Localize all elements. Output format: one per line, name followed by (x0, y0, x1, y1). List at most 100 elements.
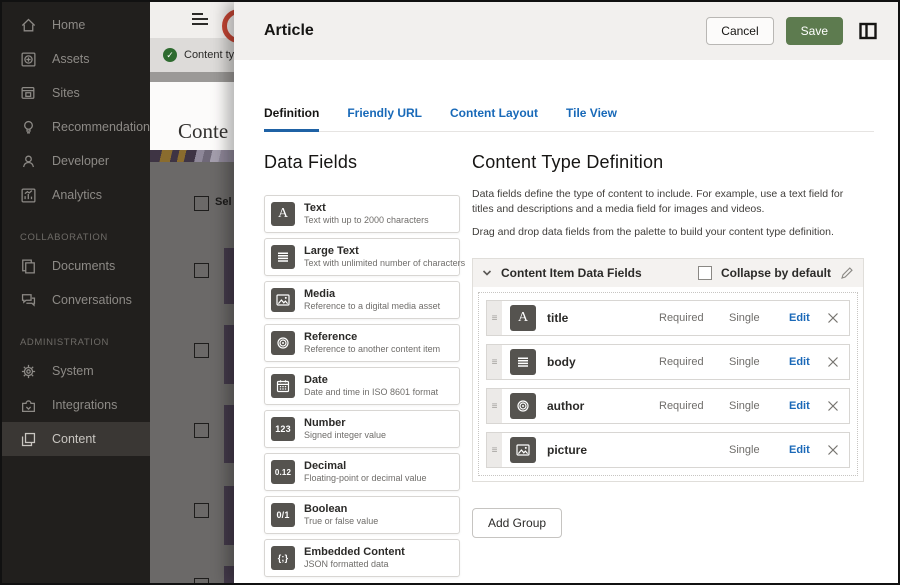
palette-item-text[interactable]: A TextText with up to 2000 characters (264, 195, 460, 233)
sidebar-item-documents[interactable]: Documents (2, 249, 150, 283)
row-checkbox[interactable] (194, 503, 209, 518)
media-field-icon (271, 288, 295, 312)
sidebar-item-integrations[interactable]: Integrations (2, 388, 150, 422)
toast-shadow-band (150, 72, 234, 82)
palette-item-decimal[interactable]: 0.12 DecimalFloating-point or decimal va… (264, 453, 460, 491)
sidebar-item-label: Home (52, 18, 85, 32)
select-all-checkbox[interactable] (194, 196, 209, 211)
background-page-header: Conte (150, 82, 234, 150)
palette-item-embedded-content[interactable]: {;} Embedded ContentJSON formatted data (264, 539, 460, 577)
sidebar-item-label: Documents (52, 259, 115, 273)
side-panel-toggle-icon[interactable] (858, 21, 878, 41)
definition-description-2: Drag and drop data fields from the palet… (472, 225, 864, 240)
edit-field-link[interactable]: Edit (789, 444, 821, 456)
edit-field-link[interactable]: Edit (789, 356, 821, 368)
data-fields-palette: Data Fields A TextText with up to 2000 c… (264, 152, 460, 582)
field-row-body: ≡ body Required Single Edit (486, 344, 850, 380)
palette-item-desc: Reference to another content item (304, 344, 440, 355)
content-type-tile-edge (224, 325, 234, 384)
home-icon (20, 17, 37, 34)
assets-icon (20, 51, 37, 68)
drag-handle-icon[interactable]: ≡ (487, 389, 502, 423)
tab-definition[interactable]: Definition (264, 106, 319, 132)
content-item-data-fields-group: Content Item Data Fields Collapse by def… (472, 258, 864, 482)
palette-item-date[interactable]: DateDate and time in ISO 8601 format (264, 367, 460, 405)
edit-group-pencil-icon[interactable] (840, 266, 854, 280)
content-type-tile-edge (224, 566, 234, 583)
hamburger-menu-icon[interactable] (192, 13, 208, 28)
number-field-icon: 123 (271, 417, 295, 441)
tab-content-layout[interactable]: Content Layout (450, 106, 538, 131)
collapse-by-default-checkbox[interactable] (698, 266, 712, 280)
palette-item-name: Text (304, 202, 429, 215)
dim-scrim: Sel (150, 162, 234, 583)
sidebar-item-label: Conversations (52, 293, 132, 307)
sidebar-item-content[interactable]: Content (2, 422, 150, 456)
sidebar-item-analytics[interactable]: Analytics (2, 178, 150, 212)
dimmed-background-page: ✓ Content typ Conte Sel (150, 2, 234, 583)
analytics-icon (20, 187, 37, 204)
palette-item-name: Date (304, 374, 438, 387)
content-icon (20, 431, 37, 448)
palette-item-desc: Floating-point or decimal value (304, 473, 427, 484)
sidebar-item-sites[interactable]: Sites (2, 76, 150, 110)
embedded-content-field-icon: {;} (271, 546, 295, 570)
date-field-icon (271, 374, 295, 398)
remove-field-icon[interactable] (827, 312, 839, 324)
drag-handle-icon[interactable]: ≡ (487, 433, 502, 467)
row-checkbox[interactable] (194, 263, 209, 278)
sidebar-section-administration: ADMINISTRATION (2, 317, 150, 354)
documents-icon (20, 258, 37, 275)
sidebar-item-conversations[interactable]: Conversations (2, 283, 150, 317)
sidebar-item-home[interactable]: Home (2, 8, 150, 42)
drag-handle-icon[interactable]: ≡ (487, 301, 502, 335)
sidebar-item-developer[interactable]: Developer (2, 144, 150, 178)
sites-icon (20, 85, 37, 102)
chevron-down-icon[interactable] (482, 268, 492, 278)
field-required-badge: Required (659, 312, 717, 324)
add-group-button[interactable]: Add Group (472, 508, 562, 538)
app-topbar (150, 2, 234, 38)
palette-item-media[interactable]: MediaReference to a digital media asset (264, 281, 460, 319)
field-arity-badge: Single (729, 356, 775, 368)
palette-item-boolean[interactable]: 0/1 BooleanTrue or false value (264, 496, 460, 534)
field-name: author (547, 399, 659, 413)
text-field-icon: A (510, 305, 536, 331)
drag-handle-icon[interactable]: ≡ (487, 345, 502, 379)
reference-field-icon (271, 331, 295, 355)
panel-title: Article (264, 22, 314, 40)
conversations-icon (20, 292, 37, 309)
sidebar-item-label: Developer (52, 154, 109, 168)
palette-item-name: Media (304, 288, 440, 301)
palette-item-number[interactable]: 123 NumberSigned integer value (264, 410, 460, 448)
row-checkbox[interactable] (194, 423, 209, 438)
boolean-field-icon: 0/1 (271, 503, 295, 527)
edit-field-link[interactable]: Edit (789, 312, 821, 324)
palette-item-name: Boolean (304, 503, 378, 516)
sidebar-item-label: Recommendations (52, 120, 156, 134)
save-button[interactable]: Save (786, 17, 843, 45)
palette-item-desc: Text with up to 2000 characters (304, 215, 429, 226)
tab-tile-view[interactable]: Tile View (566, 106, 617, 131)
cancel-button[interactable]: Cancel (706, 17, 773, 45)
oracle-logo (222, 9, 234, 43)
screenshot-root: Home Assets Sites Recommendations Develo… (0, 0, 900, 585)
sidebar-item-assets[interactable]: Assets (2, 42, 150, 76)
row-checkbox[interactable] (194, 578, 209, 583)
recommendations-icon (20, 119, 37, 136)
tab-friendly-url[interactable]: Friendly URL (347, 106, 422, 131)
content-type-tile-edge (224, 248, 234, 304)
remove-field-icon[interactable] (827, 356, 839, 368)
collapse-by-default-label: Collapse by default (721, 266, 831, 280)
palette-item-reference[interactable]: ReferenceReference to another content it… (264, 324, 460, 362)
row-checkbox[interactable] (194, 343, 209, 358)
palette-item-name: Decimal (304, 460, 427, 473)
remove-field-icon[interactable] (827, 444, 839, 456)
sidebar-item-system[interactable]: System (2, 354, 150, 388)
remove-field-icon[interactable] (827, 400, 839, 412)
sidebar-item-recommendations[interactable]: Recommendations (2, 110, 150, 144)
background-page-title: Conte (178, 119, 228, 144)
content-type-tile-edge (224, 486, 234, 545)
edit-field-link[interactable]: Edit (789, 400, 821, 412)
palette-item-large-text[interactable]: Large TextText with unlimited number of … (264, 238, 460, 276)
